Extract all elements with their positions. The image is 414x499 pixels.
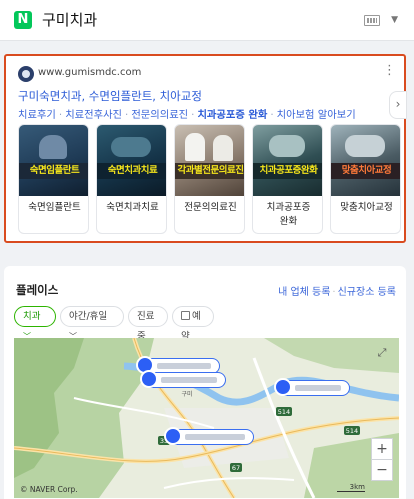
filter-chip-label: 야간/휴일	[69, 311, 108, 322]
ad-card-image: 맞춤치아교정	[331, 125, 400, 196]
place-links: 내 업체 등록 · 신규장소 등록	[278, 287, 396, 298]
search-header: N 구미치과 ▼	[0, 0, 414, 41]
expand-map-icon[interactable]: ⤢	[375, 346, 389, 360]
map-place-pin[interactable]	[140, 370, 226, 388]
ad-sublinks: 치료후기 · 치료전후사진 · 전문의의료진 · 치과공포증 완화 · 치아보험 알아보기	[18, 109, 356, 121]
ad-link-insurance[interactable]: 치아보험 알아보기	[277, 109, 356, 121]
ad-card-band: 맞춤치아교정	[331, 163, 400, 179]
map-scale: 3km	[337, 483, 365, 492]
ad-card-label: 숙면임플란트	[28, 202, 81, 213]
road-label: 514	[278, 408, 290, 416]
place-map[interactable]: 514 514 33 67 구미 ⤢ + − © NAVER Corp. 3km	[14, 338, 399, 498]
place-name-blurred	[157, 363, 211, 369]
filter-chip-night-holiday[interactable]: 야간/휴일 ﹀	[60, 306, 124, 341]
place-title: 플레이스	[16, 283, 59, 297]
ad-card-band: 숙면치과치료	[97, 163, 166, 179]
ad-link-dental-fear[interactable]: 치과공포증 완화	[197, 109, 267, 121]
filter-chip-label: 치과	[23, 311, 41, 322]
tooth-pin-icon	[274, 378, 292, 396]
ad-card[interactable]: 치과공포증완화 치과공포증 완화	[252, 124, 323, 234]
sponsored-ad: www.gumismdc.com ⋮ 구미숙면치과, 수면임플란트, 치아교정 …	[4, 54, 407, 243]
tooth-pin-icon	[140, 370, 158, 388]
ad-card[interactable]: 각과별전문의료진 전문의의료진	[174, 124, 245, 234]
naver-logo[interactable]: N	[14, 11, 32, 29]
calendar-icon	[181, 311, 190, 320]
ad-card[interactable]: 숙면임플란트 숙면임플란트	[18, 124, 89, 234]
place-section: 플레이스 내 업체 등록 · 신규장소 등록 치과 ﹀ 야간/휴일 ﹀ 진료중 예약	[4, 266, 406, 499]
site-favicon-icon	[18, 66, 34, 82]
place-name-blurred	[295, 385, 341, 391]
road-label: 514	[346, 427, 358, 435]
ad-card-label: 숙면치과치료	[106, 202, 159, 213]
ad-card-image: 각과별전문의료진	[175, 125, 244, 196]
ad-card-band: 치과공포증완화	[253, 163, 322, 179]
ad-card-band: 숙면임플란트	[19, 163, 88, 179]
place-name-blurred	[185, 434, 245, 440]
zoom-out-button[interactable]: −	[371, 459, 393, 481]
more-options-icon[interactable]: ⋮	[383, 64, 396, 78]
map-place-pin[interactable]	[274, 378, 350, 396]
filter-chip-dental[interactable]: 치과 ﹀	[14, 306, 56, 341]
ad-card-label: 전문의의료진	[184, 202, 237, 213]
map-area-label: 구미	[181, 390, 192, 398]
register-my-business-link[interactable]: 내 업체 등록	[278, 287, 330, 298]
ad-site-url[interactable]: www.gumismdc.com	[38, 67, 141, 78]
place-name-blurred	[161, 377, 217, 383]
ad-card[interactable]: 맞춤치아교정 맞춤치아교정	[330, 124, 401, 234]
map-place-pin[interactable]	[164, 427, 254, 445]
ad-card-image: 숙면임플란트	[19, 125, 88, 196]
search-query[interactable]: 구미치과	[42, 9, 97, 31]
ad-link-specialists[interactable]: 전문의의료진	[131, 109, 188, 121]
ad-link-reviews[interactable]: 치료후기	[18, 109, 56, 121]
map-credit: © NAVER Corp.	[20, 485, 78, 494]
zoom-in-button[interactable]: +	[371, 438, 393, 460]
keyboard-icon[interactable]	[364, 15, 380, 26]
ad-card-label: 치과공포증 완화	[266, 202, 311, 227]
ad-card-label: 맞춤치아교정	[340, 202, 393, 213]
carousel-next-button[interactable]: ›	[389, 91, 407, 119]
ad-card-image: 치과공포증완화	[253, 125, 322, 196]
filter-chip-booking[interactable]: 예약	[172, 306, 214, 342]
filter-chip-open-now[interactable]: 진료중	[128, 306, 168, 342]
chevron-down-icon[interactable]: ▼	[391, 15, 398, 25]
register-new-place-link[interactable]: 신규장소 등록	[338, 287, 396, 298]
ad-title[interactable]: 구미숙면치과, 수면임플란트, 치아교정	[18, 88, 202, 104]
ad-card[interactable]: 숙면치과치료 숙면치과치료	[96, 124, 167, 234]
ad-link-before-after[interactable]: 치료전후사진	[65, 109, 122, 121]
ad-card-band: 각과별전문의료진	[175, 163, 244, 179]
tooth-pin-icon	[164, 427, 182, 445]
ad-card-image: 숙면치과치료	[97, 125, 166, 196]
road-label: 67	[232, 464, 240, 472]
